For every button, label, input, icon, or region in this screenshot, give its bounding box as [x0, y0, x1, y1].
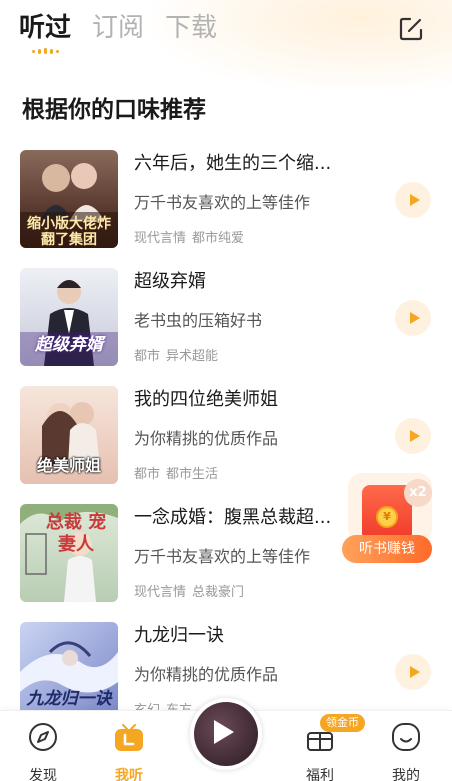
smile-icon: [390, 721, 422, 753]
book-title[interactable]: 九龙归一诀: [134, 622, 354, 650]
radio-icon: [113, 721, 145, 753]
listen-earn-label[interactable]: 听书赚钱: [342, 535, 432, 563]
collect-coins-badge[interactable]: 领金币: [320, 714, 365, 732]
play-button[interactable]: [395, 300, 431, 336]
tag[interactable]: 都市纯爱: [192, 231, 244, 246]
book-cover[interactable]: 绝美师姐: [20, 386, 118, 484]
book-title[interactable]: 超级弃婿: [134, 268, 354, 296]
tag[interactable]: 都市生活: [166, 467, 218, 482]
cover-title: 总裁 宠妻人: [45, 512, 107, 555]
coin-icon: ¥: [376, 506, 398, 528]
tag[interactable]: 都市: [134, 349, 160, 364]
nav-my-listening[interactable]: 我听: [99, 721, 159, 781]
book-cover[interactable]: 超级弃婿: [20, 268, 118, 366]
cover-title: 缩小版大佬炸翻了集团: [27, 216, 111, 248]
book-cover[interactable]: 缩小版大佬炸翻了集团: [20, 150, 118, 248]
nav-label: 发现: [29, 768, 57, 781]
book-tags: 现代言情 都市纯爱: [134, 228, 250, 250]
section-title: 根据你的口味推荐: [22, 97, 206, 123]
nav-label: 福利: [306, 768, 334, 781]
list-item[interactable]: 超级弃婿 超级弃婿 老书虫的压箱好书 都市 异术超能: [0, 268, 452, 368]
tab-downloads[interactable]: 下载: [165, 8, 217, 48]
active-tab-indicator: [32, 48, 59, 54]
nav-label: 我的: [392, 768, 420, 781]
play-icon[interactable]: [214, 720, 234, 744]
cover-title: 绝美师姐: [36, 456, 101, 475]
book-tags: 都市 都市生活: [134, 464, 224, 486]
nav-label: 我听: [115, 768, 143, 781]
book-description: 万千书友喜欢的上等佳作: [134, 547, 311, 566]
tab-subscribed[interactable]: 订阅: [92, 8, 144, 48]
edit-icon[interactable]: [398, 16, 424, 42]
tag[interactable]: 总裁豪门: [192, 585, 244, 600]
book-tags: 现代言情 总裁豪门: [134, 582, 250, 604]
book-description: 万千书友喜欢的上等佳作: [134, 193, 311, 212]
book-title[interactable]: 六年后，她生的三个缩...: [134, 150, 354, 178]
list-item[interactable]: 绝美师姐 我的四位绝美师姐 为你精挑的优质作品 都市 都市生活: [0, 386, 452, 486]
tab-listened[interactable]: 听过: [19, 8, 71, 48]
book-title[interactable]: 我的四位绝美师姐: [134, 386, 354, 414]
tag[interactable]: 都市: [134, 467, 160, 482]
tag[interactable]: 异术超能: [166, 349, 218, 364]
book-description: 老书虫的压箱好书: [134, 311, 263, 330]
cover-title: 九龙归一诀: [26, 689, 112, 709]
multiplier-badge: x2: [404, 479, 432, 507]
play-button[interactable]: [395, 182, 431, 218]
book-cover[interactable]: 九龙归一诀: [20, 622, 118, 720]
nav-mine[interactable]: 我的: [376, 721, 436, 781]
play-button[interactable]: [395, 418, 431, 454]
nav-discover[interactable]: 发现: [13, 721, 73, 781]
book-description: 为你精挑的优质作品: [134, 665, 279, 684]
listen-earn-widget[interactable]: ¥ x2 听书赚钱: [342, 473, 434, 565]
tag[interactable]: 现代言情: [134, 231, 186, 246]
mini-player[interactable]: [190, 698, 262, 770]
compass-icon: [27, 721, 59, 753]
top-tabs: 听过 订阅 下载: [19, 8, 238, 58]
list-item[interactable]: 缩小版大佬炸翻了集团 六年后，她生的三个缩... 万千书友喜欢的上等佳作 现代言…: [0, 150, 452, 250]
book-tags: 都市 异术超能: [134, 346, 224, 368]
book-description: 为你精挑的优质作品: [134, 429, 279, 448]
book-title[interactable]: 一念成婚：腹黑总裁超...: [134, 504, 354, 532]
book-cover[interactable]: 总裁 宠妻人: [20, 504, 118, 602]
cover-title: 超级弃婿: [35, 335, 103, 355]
play-button[interactable]: [395, 654, 431, 690]
tag[interactable]: 现代言情: [134, 585, 186, 600]
